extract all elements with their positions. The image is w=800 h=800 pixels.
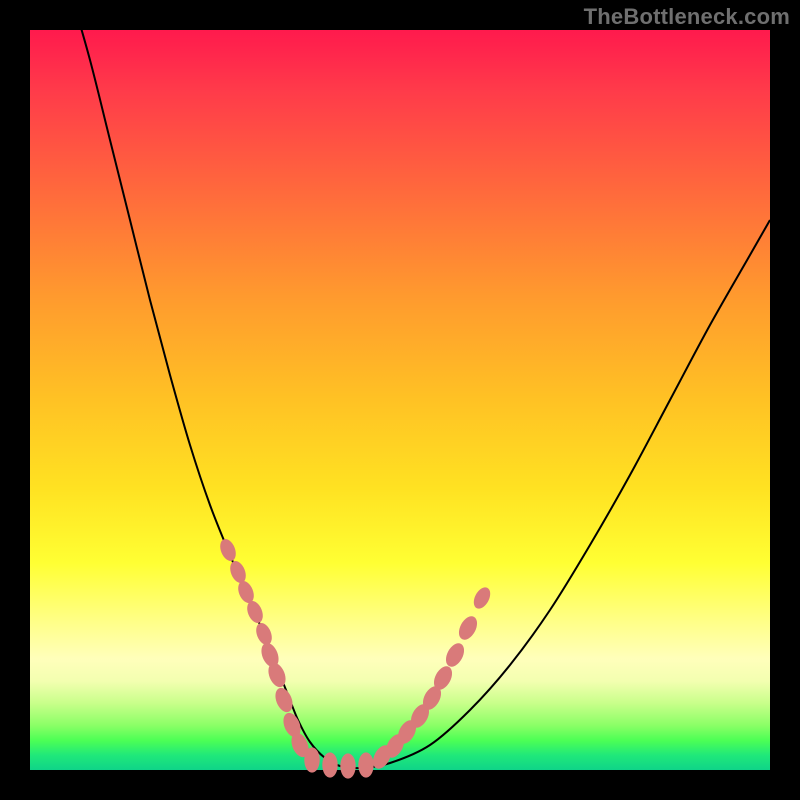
bead [272, 685, 296, 714]
plot-area [30, 30, 770, 770]
bead [217, 537, 239, 564]
watermark-text: TheBottleneck.com [584, 4, 790, 30]
bead [340, 753, 355, 778]
bead [322, 752, 337, 777]
bead [470, 585, 493, 612]
bead [442, 640, 467, 670]
bead [304, 747, 319, 772]
bead [358, 752, 373, 777]
bead [455, 613, 480, 643]
bead [253, 621, 275, 648]
bottleneck-curve [70, 0, 770, 768]
chart-svg [30, 30, 770, 770]
bead [227, 559, 249, 586]
chart-stage: TheBottleneck.com [0, 0, 800, 800]
bead-markers [217, 537, 493, 779]
